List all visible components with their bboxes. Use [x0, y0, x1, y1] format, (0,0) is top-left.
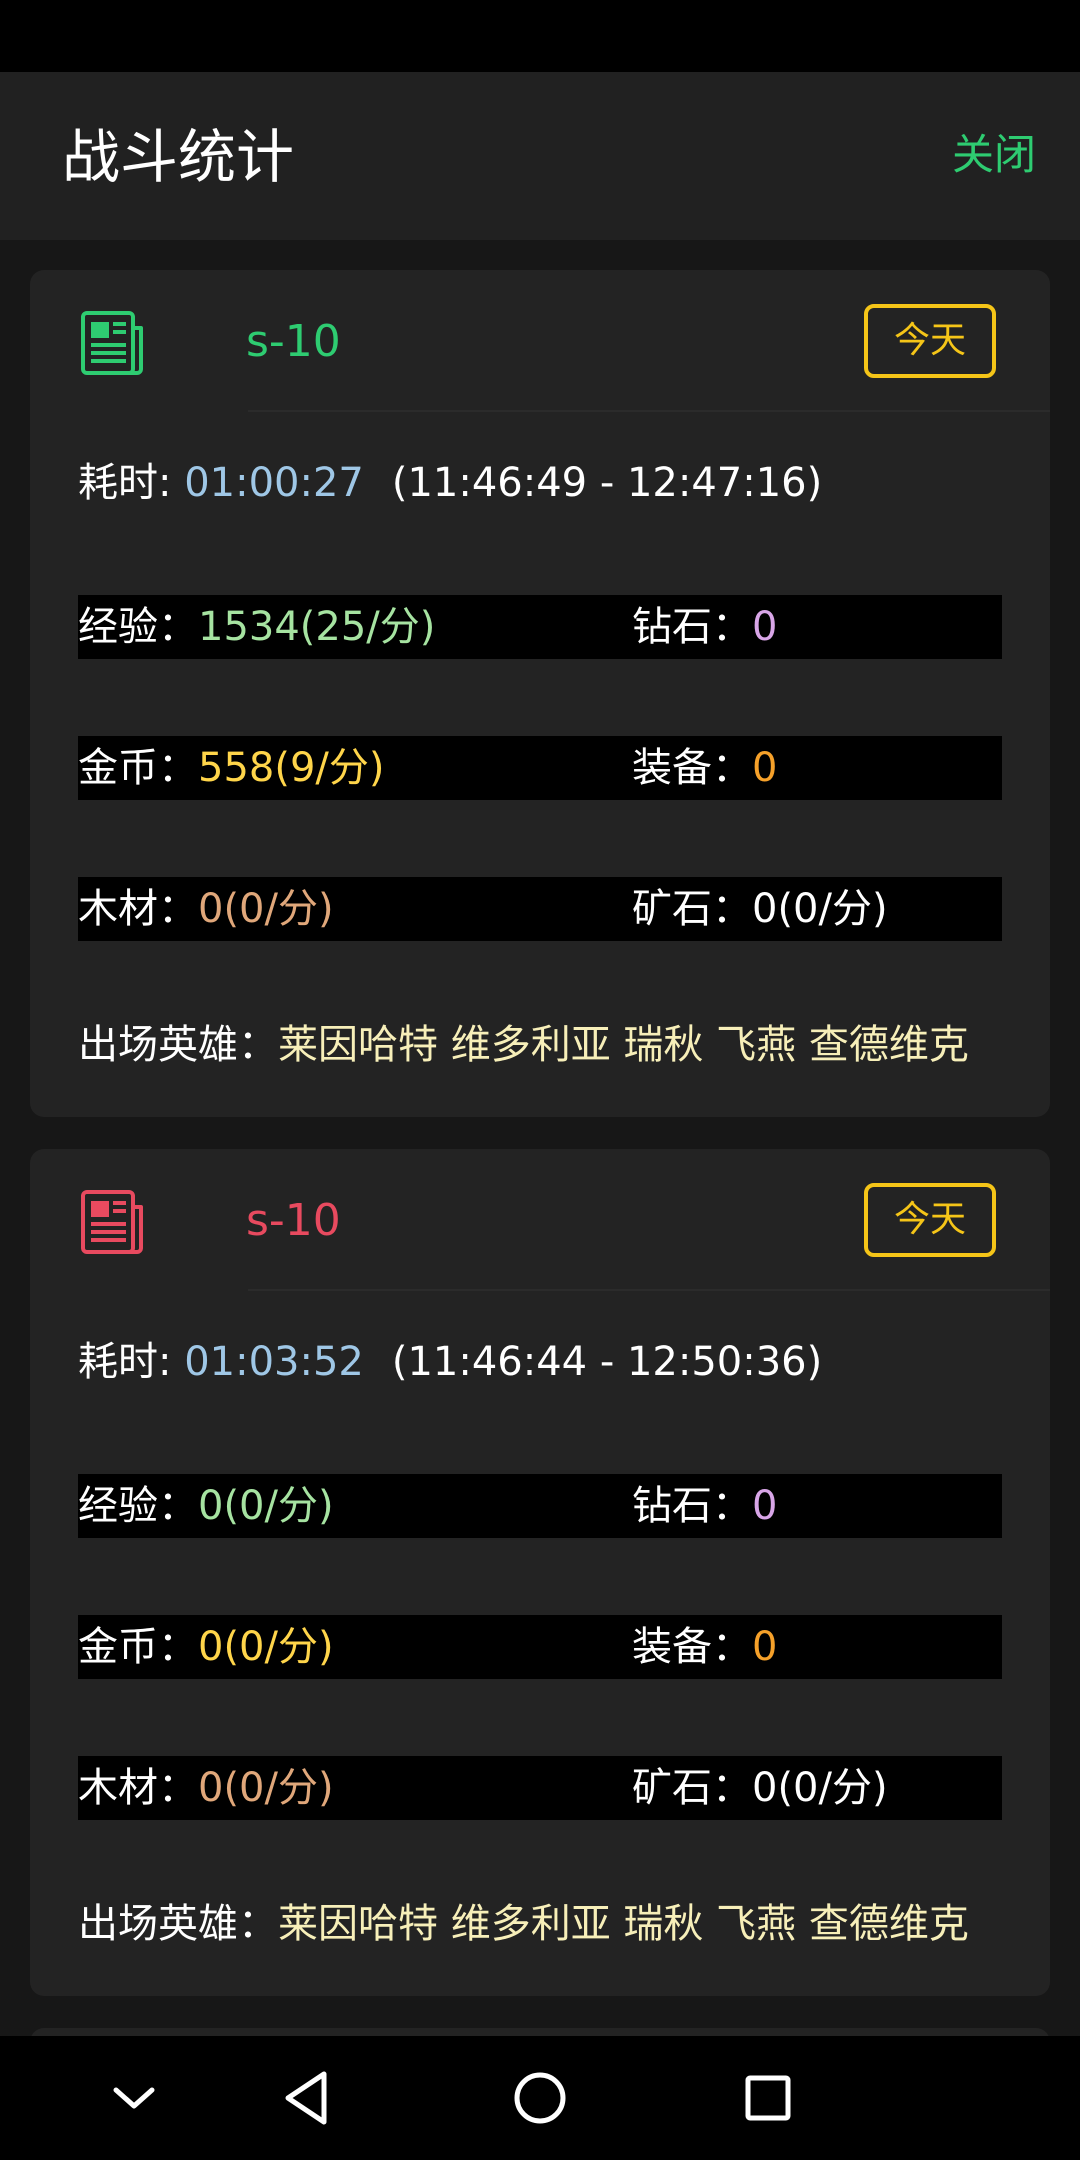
ore-value: 0(0/分) — [752, 1765, 888, 1811]
ore-label: 矿石： — [632, 1765, 752, 1811]
time-range: (11:46:44 - 12:50:36) — [391, 1339, 823, 1385]
stat-row-wood-ore: 木材：0(0/分) 矿石：0(0/分) — [78, 877, 1002, 941]
document-icon — [81, 311, 143, 375]
divider — [248, 410, 1050, 412]
stat-row-gold-equip: 金币：558(9/分) 装备：0 — [78, 736, 1002, 800]
duration-value: 01:00:27 — [184, 460, 364, 506]
equip-value: 0 — [752, 745, 778, 791]
header: 战斗统计 关闭 — [0, 72, 1080, 240]
page-title: 战斗统计 — [62, 123, 295, 191]
gold-value: 558(9/分) — [198, 745, 385, 791]
duration-value: 01:03:52 — [184, 1339, 364, 1385]
diamond-value: 0 — [752, 604, 778, 650]
heroes-value: 莱因哈特 维多利亚 瑞秋 飞燕 查德维克 — [278, 1022, 969, 1068]
home-circle-icon[interactable] — [500, 2058, 580, 2138]
status-bar — [0, 0, 1080, 72]
exp-value: 1534(25/分) — [198, 604, 436, 650]
stage-id: s-10 — [246, 316, 341, 367]
gold-label: 金币： — [78, 745, 198, 791]
document-icon — [81, 1190, 143, 1254]
diamond-value: 0 — [752, 1483, 778, 1529]
heroes-row: 出场英雄：莱因哈特 维多利亚 瑞秋 飞燕 查德维克 — [78, 1897, 969, 1951]
divider — [248, 1289, 1050, 1291]
stat-row-exp-diamond: 经验：0(0/分) 钻石：0 — [78, 1474, 1002, 1538]
wood-value: 0(0/分) — [198, 1765, 334, 1811]
stage-id: s-10 — [246, 1195, 341, 1246]
close-button[interactable]: 关闭 — [952, 127, 1036, 183]
duration-row: 耗时: 01:03:52 (11:46:44 - 12:50:36) — [78, 1335, 822, 1389]
equip-value: 0 — [752, 1624, 778, 1670]
duration-label: 耗时: — [78, 1339, 185, 1385]
battle-stat-card: s-10 今天 耗时: 01:03:52 (11:46:44 - 12:50:36… — [30, 1149, 1050, 1996]
diamond-label: 钻石： — [632, 1483, 752, 1529]
exp-label: 经验： — [78, 604, 198, 650]
wood-value: 0(0/分) — [198, 886, 334, 932]
duration-row: 耗时: 01:00:27 (11:46:49 - 12:47:16) — [78, 456, 822, 510]
recents-square-icon[interactable] — [728, 2058, 808, 2138]
wood-label: 木材： — [78, 886, 198, 932]
ore-label: 矿石： — [632, 886, 752, 932]
heroes-label: 出场英雄： — [78, 1901, 278, 1947]
stat-row-gold-equip: 金币：0(0/分) 装备：0 — [78, 1615, 1002, 1679]
today-button[interactable]: 今天 — [864, 1183, 996, 1257]
wood-label: 木材： — [78, 1765, 198, 1811]
ore-value: 0(0/分) — [752, 886, 888, 932]
gold-label: 金币： — [78, 1624, 198, 1670]
today-button[interactable]: 今天 — [864, 304, 996, 378]
heroes-row: 出场英雄：莱因哈特 维多利亚 瑞秋 飞燕 查德维克 — [78, 1018, 969, 1072]
heroes-value: 莱因哈特 维多利亚 瑞秋 飞燕 查德维克 — [278, 1901, 969, 1947]
stat-row-exp-diamond: 经验：1534(25/分) 钻石：0 — [78, 595, 1002, 659]
exp-label: 经验： — [78, 1483, 198, 1529]
chevron-down-icon[interactable] — [94, 2058, 174, 2138]
back-triangle-icon[interactable] — [268, 2058, 348, 2138]
gold-value: 0(0/分) — [198, 1624, 334, 1670]
equip-label: 装备： — [632, 745, 752, 791]
navigation-bar — [0, 2036, 1080, 2160]
diamond-label: 钻石： — [632, 604, 752, 650]
stat-row-wood-ore: 木材：0(0/分) 矿石：0(0/分) — [78, 1756, 1002, 1820]
duration-label: 耗时: — [78, 460, 185, 506]
exp-value: 0(0/分) — [198, 1483, 334, 1529]
heroes-label: 出场英雄： — [78, 1022, 278, 1068]
battle-stat-card: s-10 今天 耗时: 01:00:27 (11:46:49 - 12:47:16… — [30, 270, 1050, 1117]
equip-label: 装备： — [632, 1624, 752, 1670]
time-range: (11:46:49 - 12:47:16) — [391, 460, 823, 506]
